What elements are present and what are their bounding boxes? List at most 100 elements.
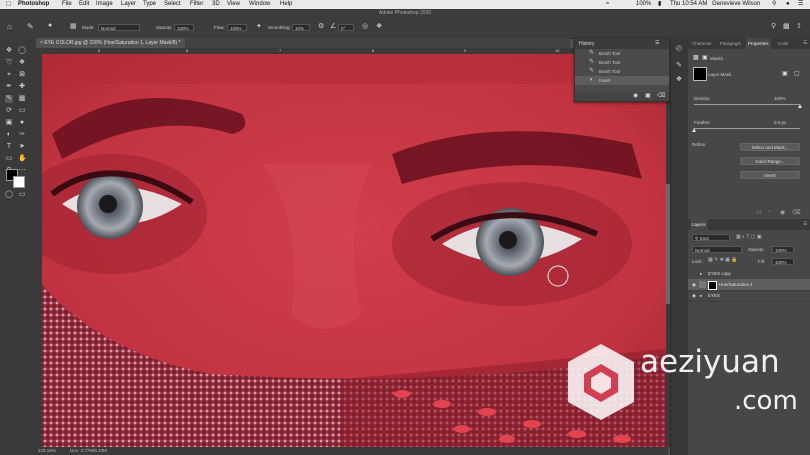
history-brush-icon[interactable]: ⟳ [5, 107, 13, 115]
eraser-tool-icon[interactable]: ▭ [18, 107, 26, 115]
menu-user[interactable]: Genevieve Wilson [712, 0, 760, 9]
feather-value[interactable]: 0.0 px [774, 120, 786, 125]
apply-mask-icon[interactable]: ◦ [768, 209, 770, 215]
siri-icon[interactable]: ● [786, 0, 790, 9]
menu-file[interactable]: File [62, 0, 72, 9]
trash-icon[interactable]: ⌫ [792, 209, 800, 216]
snapshot-icon[interactable]: ◉ [633, 92, 638, 99]
battery-icon[interactable]: ▮ [658, 0, 661, 9]
healing-tool-icon[interactable]: ✚ [18, 83, 26, 91]
collapse-icon[interactable]: ▸ [700, 290, 702, 301]
gradient-tool-icon[interactable]: ▣ [5, 119, 13, 127]
brush-tool-icon[interactable]: ✎ [27, 22, 34, 31]
eyedropper-tool-icon[interactable]: ✒ [5, 83, 13, 91]
menu-app-name[interactable]: Photoshop [18, 0, 49, 9]
fill-input[interactable]: 100% [772, 258, 794, 265]
symmetry-icon[interactable]: ❖ [376, 22, 382, 30]
add-vector-mask-icon[interactable]: ▢ [794, 70, 800, 77]
history-state-selected[interactable]: ◑ Invert [575, 76, 669, 85]
collapse-icon[interactable]: ▸ [700, 268, 702, 279]
clone-source-panel-icon[interactable]: ❖ [675, 76, 683, 84]
menu-layer[interactable]: Layer [121, 0, 136, 9]
tab-character[interactable]: Character [690, 38, 714, 49]
move-tool-icon[interactable]: ✥ [5, 47, 13, 55]
screen-mode-icon[interactable]: ▭ [18, 191, 26, 199]
history-panel-icon[interactable]: ◴ [675, 45, 683, 53]
color-range-button[interactable]: Color Range... [740, 157, 800, 165]
brush-tool-icon[interactable]: ✎ [5, 95, 13, 103]
load-selection-icon[interactable]: ▭ [756, 209, 762, 216]
panel-menu-icon[interactable]: ☰ [803, 40, 807, 46]
lasso-tool-icon[interactable]: ➰ [5, 59, 14, 67]
type-tool-icon[interactable]: T [5, 143, 13, 151]
visibility-icon[interactable]: ◉ [780, 209, 785, 216]
density-value[interactable]: 100% [774, 96, 786, 101]
home-icon[interactable]: ⌂ [7, 22, 12, 31]
tab-paragraph[interactable]: Paragraph [718, 38, 743, 49]
marquee-tool-icon[interactable]: ◯ [18, 47, 26, 55]
menu-select[interactable]: Select [164, 0, 181, 9]
pen-tool-icon[interactable]: ✑ [18, 131, 26, 139]
flow-input[interactable]: 100% [227, 24, 247, 31]
trash-icon[interactable]: ⌫ [657, 92, 665, 99]
layer-mask-icon[interactable]: ▣ [702, 54, 708, 61]
menu-help[interactable]: Help [280, 0, 292, 9]
invert-button[interactable]: Invert [740, 171, 800, 179]
history-state[interactable]: ✎ Brush Tool [575, 49, 669, 58]
tab-layers[interactable]: Layers [690, 219, 708, 230]
brush-settings-panel-icon[interactable]: ✎ [675, 62, 683, 70]
density-slider-knob[interactable] [798, 104, 802, 108]
menu-image[interactable]: Image [96, 0, 113, 9]
history-state[interactable]: ✎ Brush Tool [575, 58, 669, 67]
menu-view[interactable]: View [227, 0, 240, 9]
background-color-swatch[interactable] [13, 176, 25, 188]
panel-menu-icon[interactable]: ☰ [803, 221, 807, 227]
apple-icon[interactable]:  [6, 0, 11, 9]
blend-mode-select[interactable]: Normal [692, 246, 742, 253]
menu-edit[interactable]: Edit [79, 0, 89, 9]
menu-3d[interactable]: 3D [212, 0, 220, 9]
pressure-size-icon[interactable]: ◎ [362, 22, 368, 30]
search-icon[interactable]: ⚲ [771, 22, 776, 30]
filter-icons[interactable]: ▩ ◐ T ▢ ▣ [736, 234, 762, 240]
blur-tool-icon[interactable]: ● [18, 119, 26, 127]
zoom-level[interactable]: 228.19% [38, 447, 56, 455]
menu-window[interactable]: Window [249, 0, 270, 9]
document-info[interactable]: Doc: 3.77M/9.33M [70, 447, 107, 455]
panel-menu-icon[interactable]: ☰ [655, 40, 659, 46]
airbrush-icon[interactable]: ✦ [256, 22, 262, 30]
smoothing-settings-icon[interactable]: ⚙ [318, 22, 324, 30]
crop-tool-icon[interactable]: ⌖ [5, 71, 13, 79]
layer-opacity-input[interactable]: 100% [772, 246, 794, 253]
workspace-icon[interactable]: ▩ [783, 22, 790, 30]
brush-settings-icon[interactable]: ▦ [70, 22, 77, 30]
battery-percent[interactable]: 100% [636, 0, 651, 9]
visibility-icon[interactable]: ◉ [692, 290, 696, 301]
quick-select-tool-icon[interactable]: ❖ [18, 59, 26, 67]
mask-thumbnail[interactable] [708, 281, 717, 290]
layer-filter-kind[interactable]: ⚲ Kind [692, 234, 730, 241]
feather-slider-track[interactable] [694, 128, 800, 129]
quick-mask-icon[interactable]: ◯ [5, 191, 13, 199]
share-icon[interactable]: ⇧ [796, 22, 802, 30]
smoothing-input[interactable]: 10% [292, 24, 310, 31]
more-tools-icon[interactable]: ⋯ [18, 167, 26, 175]
stamp-tool-icon[interactable]: ▩ [18, 95, 26, 103]
tab-properties[interactable]: Properties [746, 38, 771, 49]
mode-select[interactable]: Normal [98, 24, 140, 31]
hand-tool-icon[interactable]: ✋ [18, 155, 27, 163]
camera-icon[interactable]: ▣ [645, 92, 651, 99]
dodge-tool-icon[interactable]: ◐ [5, 131, 13, 139]
layer-row[interactable]: ◉ ▸ EYES [688, 290, 810, 302]
tab-color[interactable]: Color [776, 38, 791, 49]
wifi-icon[interactable]: ≈ [606, 0, 609, 9]
feather-slider-knob[interactable] [692, 128, 696, 132]
frame-tool-icon[interactable]: ⊠ [18, 71, 26, 79]
shape-tool-icon[interactable]: ▭ [5, 155, 13, 163]
visibility-icon[interactable]: ◉ [692, 279, 696, 290]
history-state[interactable]: ✎ Brush Tool [575, 67, 669, 76]
add-pixel-mask-icon[interactable]: ▣ [782, 70, 788, 77]
opacity-input[interactable]: 100% [174, 24, 194, 31]
select-and-mask-button[interactable]: Select and Mask... [740, 143, 800, 151]
density-slider-track[interactable] [694, 104, 800, 105]
